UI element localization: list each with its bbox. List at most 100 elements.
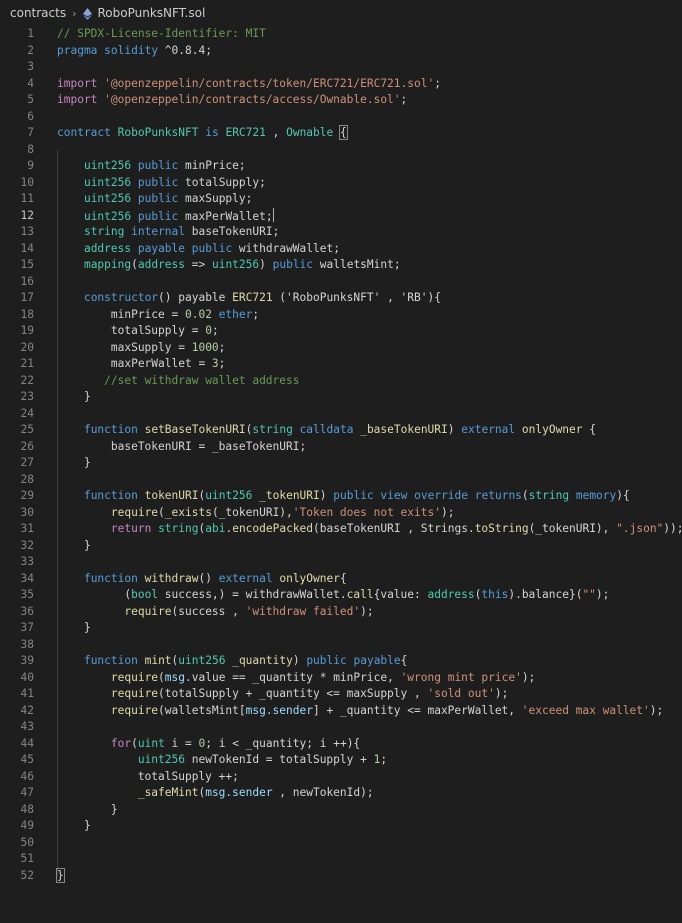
code-line[interactable]: 49 } bbox=[0, 818, 682, 835]
code-line[interactable]: 18 minPrice = 0.02 ether; bbox=[0, 307, 682, 324]
code-line[interactable]: 42 require(walletsMint[msg.sender] + _qu… bbox=[0, 703, 682, 720]
code-token: string bbox=[252, 423, 293, 436]
code-line[interactable]: 41 require(totalSupply + _quantity <= ma… bbox=[0, 686, 682, 703]
code-token: ); bbox=[360, 604, 374, 618]
code-line[interactable]: 27 } bbox=[0, 455, 682, 472]
code-token: ^0.8.4; bbox=[158, 43, 212, 57]
code-line[interactable]: 28 bbox=[0, 472, 682, 489]
code-line[interactable]: 25 function setBaseTokenURI(string calld… bbox=[0, 422, 682, 439]
code-token: minPrice; bbox=[178, 159, 246, 172]
line-number: 6 bbox=[27, 109, 34, 123]
code-line[interactable]: 11 uint256 public maxSupply; bbox=[0, 191, 682, 208]
code-line[interactable]: 50 bbox=[0, 835, 682, 852]
code-line[interactable]: 24 bbox=[0, 406, 682, 423]
code-line[interactable]: 26 baseTokenURI = _baseTokenURI; bbox=[0, 439, 682, 456]
code-line[interactable]: 40 require(msg.value == _quantity * minP… bbox=[0, 670, 682, 687]
code-line[interactable]: 29 function tokenURI (uint256 _tokenURI) … bbox=[0, 488, 682, 505]
line-number: 7 bbox=[27, 126, 34, 139]
code-line[interactable]: 43 bbox=[0, 719, 682, 736]
code-line[interactable]: 12 uint256 public maxPerWallet; bbox=[0, 207, 682, 225]
code-token: baseTokenURI = _baseTokenURI; bbox=[57, 439, 307, 453]
code-token: ) bbox=[447, 423, 462, 436]
line-number: 1 bbox=[27, 27, 34, 40]
code-line[interactable]: 21 maxPerWallet = 3; bbox=[0, 356, 682, 373]
code-line[interactable]: 1 // SPDX-License-Identifier: MIT bbox=[0, 26, 682, 43]
code-line[interactable]: 7 contract RoboPunksNFT is ERC721 , Ownab… bbox=[0, 125, 682, 142]
code-line[interactable]: 3 bbox=[0, 59, 682, 76]
code-token: ".json" bbox=[616, 522, 664, 535]
code-token: internal bbox=[131, 225, 186, 238]
line-number: 50 bbox=[20, 835, 34, 849]
code-token: require bbox=[110, 703, 159, 717]
line-code: minPrice = 0.02 ether; bbox=[57, 307, 259, 324]
line-number: 13 bbox=[20, 225, 34, 238]
line-code: _safeMint(msg.sender , newTokenId); bbox=[57, 785, 374, 802]
code-line[interactable]: 10 uint256 public totalSupply; bbox=[0, 175, 682, 192]
code-token: 'exceed max wallet' bbox=[521, 703, 650, 717]
code-token: ( bbox=[131, 736, 138, 750]
code-line[interactable]: 44 for(uint i = 0; i < _quantity; i ++){ bbox=[0, 736, 682, 753]
code-token: constructor bbox=[83, 291, 159, 304]
code-editor[interactable]: 1 // SPDX-License-Identifier: MIT 2 pragma … bbox=[0, 26, 682, 923]
line-number: 52 bbox=[20, 868, 34, 882]
breadcrumb-file[interactable]: RoboPunksNFT.sol bbox=[98, 6, 206, 20]
line-number: 8 bbox=[27, 142, 34, 156]
code-line[interactable]: 6 bbox=[0, 109, 682, 126]
code-line[interactable]: 13 string internal baseTokenURI; bbox=[0, 224, 682, 241]
code-line[interactable]: 2 pragma solidity ^0.8.4; bbox=[0, 43, 682, 60]
code-line[interactable]: 38 bbox=[0, 637, 682, 654]
code-line[interactable]: 23 } bbox=[0, 389, 682, 406]
code-token: {value: bbox=[373, 588, 428, 601]
code-line[interactable]: 31 return string(abi.encodePacked(baseTo… bbox=[0, 521, 682, 538]
code-token: ERC721 bbox=[225, 126, 266, 139]
code-line[interactable]: 32 } bbox=[0, 538, 682, 555]
line-code: string internal baseTokenURI; bbox=[57, 224, 279, 241]
code-line[interactable]: 46 totalSupply ++; bbox=[0, 769, 682, 786]
code-line[interactable]: 34 function withdraw() external onlyOwne… bbox=[0, 571, 682, 588]
code-line[interactable]: 47 _safeMint(msg.sender , newTokenId); bbox=[0, 785, 682, 802]
breadcrumb-folder[interactable]: contracts bbox=[10, 6, 66, 20]
code-token: _baseTokenURI bbox=[360, 423, 448, 436]
code-line[interactable]: 5 import '@openzeppelin/contracts/access/… bbox=[0, 92, 682, 109]
code-line[interactable]: 36 require(success , 'withdraw failed'); bbox=[0, 604, 682, 621]
code-line[interactable]: 4 import '@openzeppelin/contracts/token/E… bbox=[0, 76, 682, 93]
code-line[interactable]: 51 bbox=[0, 851, 682, 868]
code-line[interactable]: 30 require(_exists(_tokenURI),'Token doe… bbox=[0, 505, 682, 522]
code-token: newTokenId = totalSupply + bbox=[184, 753, 374, 766]
code-line[interactable]: 9 uint256 public minPrice; bbox=[0, 158, 682, 175]
code-line[interactable]: 19 totalSupply = 0; bbox=[0, 323, 682, 340]
line-code: maxPerWallet = 3; bbox=[57, 356, 226, 373]
code-token: totalSupply; bbox=[178, 175, 266, 189]
code-token: returns bbox=[474, 489, 522, 502]
code-token: public bbox=[333, 489, 374, 502]
code-line[interactable]: 15 mapping(address => uint256) public wa… bbox=[0, 257, 682, 274]
code-line[interactable]: 20 maxSupply = 1000; bbox=[0, 340, 682, 357]
code-line[interactable]: 14 address payable public withdrawWallet… bbox=[0, 241, 682, 258]
code-line[interactable]: 8 bbox=[0, 142, 682, 159]
code-token: mint bbox=[144, 654, 172, 667]
code-line[interactable]: 48 } bbox=[0, 802, 682, 819]
code-line[interactable]: 35 (bool success,) = withdrawWallet.call… bbox=[0, 587, 682, 604]
code-line[interactable]: 37 } bbox=[0, 620, 682, 637]
code-line[interactable]: 33 bbox=[0, 554, 682, 571]
code-line[interactable]: 22 //set withdraw wallet address bbox=[0, 373, 682, 390]
line-code: contract RoboPunksNFT is ERC721 , Ownabl… bbox=[57, 125, 348, 142]
code-token: Ownable bbox=[286, 126, 334, 139]
code-token: withdraw bbox=[144, 571, 199, 585]
code-line[interactable]: 39 function mint(uint256 _quantity) publ… bbox=[0, 653, 682, 670]
code-token: setBaseTokenURI bbox=[144, 423, 246, 436]
code-token: (walletsMint[ bbox=[158, 703, 246, 717]
code-token: .value == _quantity * minPrice, bbox=[185, 670, 401, 684]
code-line[interactable]: 17 constructor() payable ERC721 ('RoboPu… bbox=[0, 290, 682, 307]
code-line[interactable]: 16 bbox=[0, 274, 682, 291]
code-line[interactable]: 52} bbox=[0, 867, 682, 885]
code-line[interactable]: 45 uint256 newTokenId = totalSupply + 1; bbox=[0, 752, 682, 769]
